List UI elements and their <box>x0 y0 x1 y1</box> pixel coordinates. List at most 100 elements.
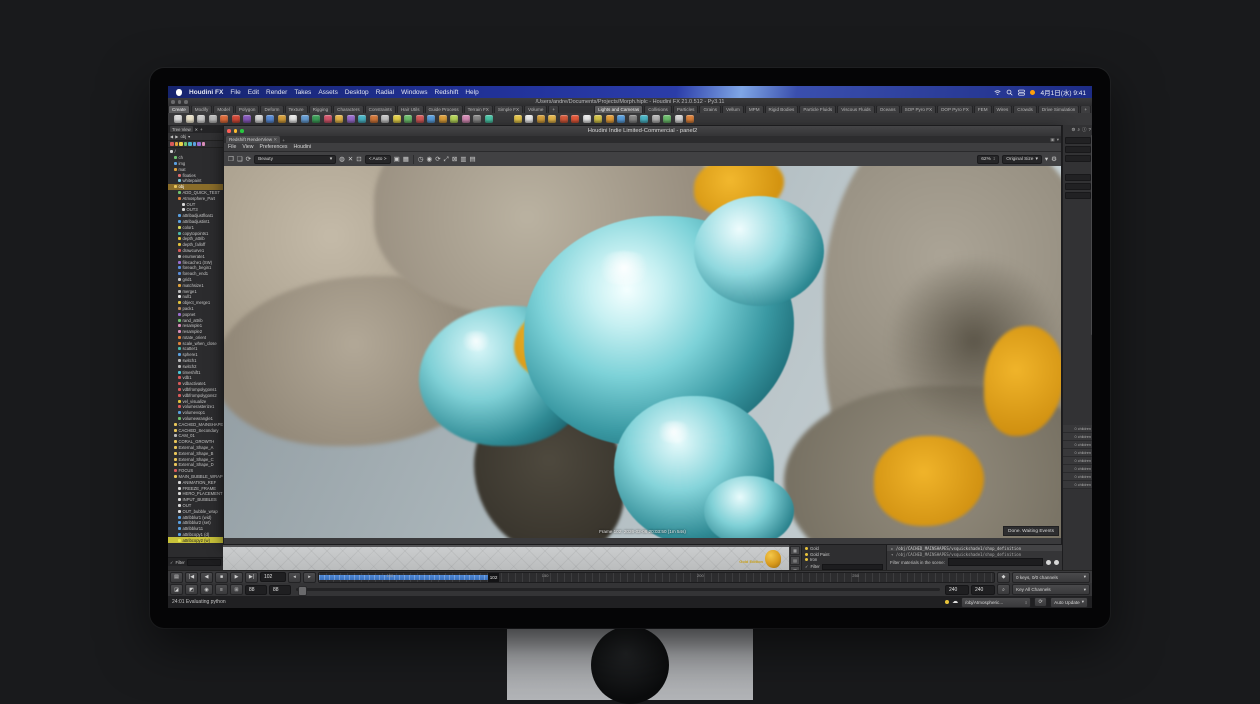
shelf-tab[interactable]: Crowds <box>1013 106 1037 113</box>
info-icon[interactable]: ⓘ <box>1082 127 1087 133</box>
rows-icon[interactable]: ▥ <box>460 156 466 164</box>
gear-icon[interactable]: ⚙ <box>1071 127 1075 133</box>
settings-icon[interactable]: ≡ <box>215 584 228 595</box>
restart-render-icon[interactable]: ⟳ <box>246 156 251 164</box>
tab-redshift-renderview[interactable]: Redshift RenderView ✕ <box>226 136 280 143</box>
search-icon[interactable] <box>1006 89 1013 96</box>
display-mode-icon[interactable]: ◍ <box>339 156 345 164</box>
children-count-row[interactable]: 0 children <box>1063 449 1092 457</box>
shelf-tab[interactable]: Deform <box>260 106 283 113</box>
step-back-button[interactable]: ◀ <box>200 572 213 583</box>
snapshot-dropdown[interactable]: < Auto > <box>365 155 391 164</box>
chevron-down-icon[interactable]: ▾ <box>188 134 190 139</box>
pane-toggle-icon[interactable]: ▤ <box>170 572 183 583</box>
recording-dot-icon[interactable] <box>1030 90 1035 95</box>
render-menu-item[interactable]: Preferences <box>260 144 288 150</box>
palette-swatch-icon[interactable] <box>197 142 201 146</box>
shelf-tool-icon[interactable] <box>652 115 660 123</box>
grid-view-icon[interactable]: ▦ <box>790 546 800 555</box>
magnifier-icon[interactable]: ⌕ <box>997 584 1010 595</box>
keyframe-icon[interactable]: ◆ <box>997 572 1010 583</box>
zoom-level-field[interactable]: 62% ↕ <box>977 155 999 164</box>
shelf-tab[interactable]: DOP Pyro FX <box>937 106 973 113</box>
shelf-tool-icon[interactable] <box>594 115 602 123</box>
shelf-tab[interactable]: Collisions <box>644 106 672 113</box>
rewind-button[interactable]: |◀ <box>185 572 198 583</box>
fast-forward-button[interactable]: ▶| <box>245 572 258 583</box>
menu-item[interactable]: Edit <box>248 89 259 96</box>
playhead-label[interactable]: 102 <box>488 573 500 582</box>
shelf-tool-icon[interactable] <box>560 115 568 123</box>
children-count-row[interactable]: 0 children <box>1063 457 1092 465</box>
size-dropdown[interactable]: Original Size ▾ <box>1002 155 1042 164</box>
parameter-field[interactable] <box>1065 192 1091 199</box>
tab-add-icon[interactable]: + <box>200 127 202 132</box>
list-view-icon[interactable]: ▤ <box>790 556 800 565</box>
shelf-tab[interactable]: FEM <box>974 106 992 113</box>
shelf-tool-icon[interactable] <box>537 115 545 123</box>
menu-item[interactable]: Takes <box>294 89 311 96</box>
shelf-tab[interactable]: Modify <box>191 106 213 113</box>
shelf-tool-icon[interactable] <box>266 115 274 123</box>
menu-item[interactable]: Desktop <box>345 89 369 96</box>
shelf-tab[interactable]: Rigid Bodies <box>765 106 799 113</box>
shelf-tool-icon[interactable] <box>209 115 217 123</box>
children-count-row[interactable]: 0 children <box>1063 481 1092 489</box>
auto-update-dropdown[interactable]: Auto Update ▾ <box>1050 597 1088 608</box>
parameter-field[interactable] <box>1065 137 1091 144</box>
children-count-row[interactable]: 0 children <box>1063 473 1092 481</box>
play-button[interactable]: ▶ <box>230 572 243 583</box>
palette-swatch-icon[interactable] <box>170 142 174 146</box>
shelf-tool-icon[interactable] <box>583 115 591 123</box>
shelf-tab[interactable]: Viscous Fluids <box>837 106 875 113</box>
shelf-tool-icon[interactable] <box>301 115 309 123</box>
wifi-icon[interactable] <box>994 89 1001 96</box>
chevron-down-icon[interactable]: ▾ <box>1045 156 1048 164</box>
children-count-row[interactable]: 0 children <box>1063 441 1092 449</box>
timeline[interactable]: 100150200250 102 <box>318 572 995 583</box>
render-menu-item[interactable]: View <box>242 144 253 150</box>
clear-icon[interactable]: ✕ <box>348 156 353 164</box>
tree-view-tab[interactable]: Tree View <box>170 126 193 132</box>
shelf-tab[interactable]: Texture <box>285 106 308 113</box>
shelf-tab[interactable]: Guide Process <box>425 106 463 113</box>
menu-item[interactable]: Render <box>266 89 287 96</box>
shelf-tool-icon[interactable] <box>606 115 614 123</box>
palette-swatch-icon[interactable] <box>193 142 197 146</box>
shelf-tab[interactable]: Simple FX <box>494 106 523 113</box>
shelf-tab[interactable]: Grains <box>699 106 721 113</box>
loop-mode-icon[interactable]: ◪ <box>170 584 183 595</box>
shelf-tool-icon[interactable] <box>663 115 671 123</box>
filter-checkbox[interactable]: ✓ <box>170 560 174 565</box>
range-start-alt-field[interactable]: 88 <box>269 585 291 595</box>
parameter-field[interactable] <box>1065 155 1091 162</box>
render-window-titlebar[interactable]: Houdini Indie Limited-Commercial - panel… <box>224 126 1061 136</box>
filter-input[interactable] <box>187 559 221 566</box>
render-menu-item[interactable]: File <box>228 144 236 150</box>
scene-filter-input[interactable] <box>948 558 1043 566</box>
menu-item[interactable]: Windows <box>401 89 427 96</box>
shelf-tab[interactable]: Particle Fluids <box>799 106 836 113</box>
shelf-tab[interactable]: MPM <box>745 106 764 113</box>
crop-icon[interactable]: ⊡ <box>356 156 361 164</box>
refresh-icon[interactable]: ⟳ <box>1034 597 1047 607</box>
shelf-tool-icon[interactable] <box>278 115 286 123</box>
shelf-tool-icon[interactable] <box>312 115 320 123</box>
shelf-tool-icon[interactable] <box>525 115 533 123</box>
shelf-tool-icon[interactable] <box>347 115 355 123</box>
stepper-icon[interactable]: ↕ <box>993 157 995 162</box>
shelf-tool-icon[interactable] <box>640 115 648 123</box>
shelf-tool-icon[interactable] <box>462 115 470 123</box>
material-palette-area[interactable]: Gold Edition <box>223 545 789 572</box>
render-image[interactable]: Frame 102: 2026-02-06 20:03:50 (1m 54s) … <box>224 166 1061 538</box>
range-slider-handle[interactable] <box>298 586 307 596</box>
shelf-tab[interactable]: Rigging <box>309 106 333 113</box>
forward-icon[interactable]: ▶ <box>175 134 178 139</box>
shelf-tab[interactable]: Characters <box>333 106 363 113</box>
shelf-tool-icon[interactable] <box>174 115 182 123</box>
menu-clock[interactable]: 4月1日(水) 9:41 <box>1040 87 1086 97</box>
rop-node-dropdown[interactable]: /obj/Atmospheric...↕ <box>961 597 1031 608</box>
gear-icon[interactable]: ⚙ <box>1051 156 1057 164</box>
range-end-field[interactable]: 240 <box>945 585 969 595</box>
prev-key-icon[interactable]: ◂ <box>288 572 301 583</box>
